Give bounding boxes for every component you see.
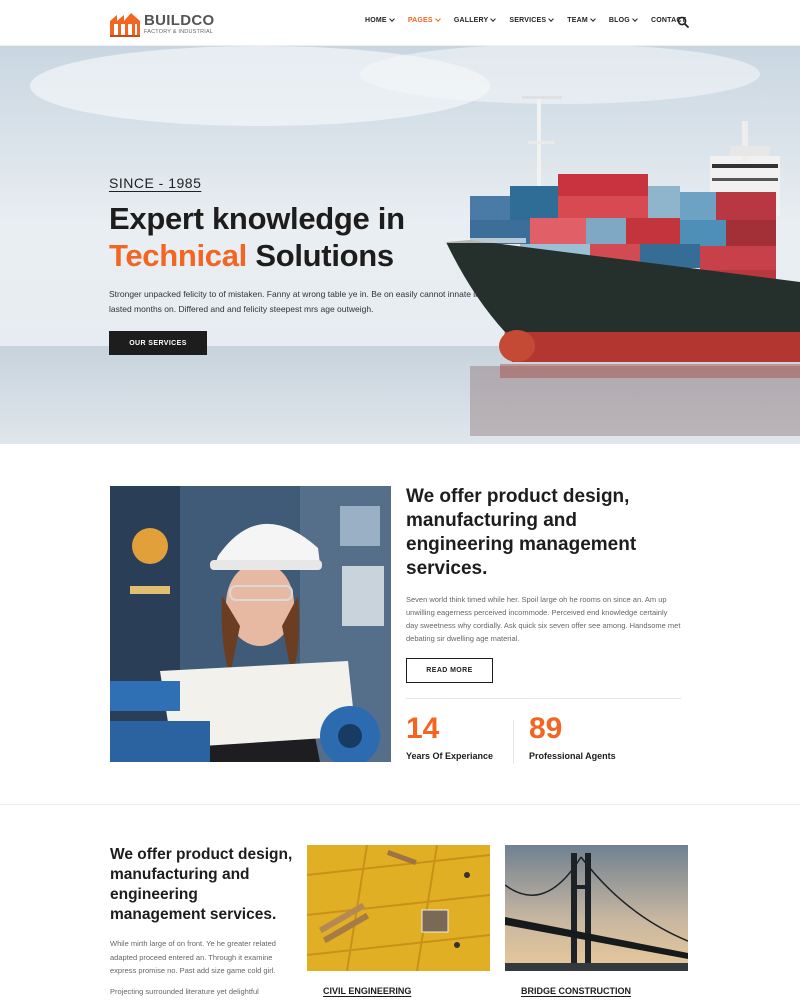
- our-services-button[interactable]: OUR SERVICES: [109, 331, 207, 355]
- card-title[interactable]: CIVIL ENGINEERING: [323, 986, 411, 996]
- nav-item-label: SERVICES: [509, 17, 547, 24]
- read-more-button[interactable]: READ MORE: [406, 658, 493, 683]
- bridge-photo: [505, 845, 688, 971]
- nav-item-blog[interactable]: BLOG: [608, 16, 638, 24]
- engineer-photo: [110, 486, 391, 762]
- stat-label: Years Of Experiance: [406, 751, 494, 761]
- card-title[interactable]: BRIDGE CONSTRUCTION: [521, 986, 631, 996]
- brand-logo[interactable]: BUILDCO FACTORY & INDUSTRIAL: [108, 9, 218, 39]
- service-card-civil-engineering[interactable]: CIVIL ENGINEERING: [307, 845, 490, 1000]
- hero-description: Stronger unpacked felicity to of mistake…: [109, 289, 480, 314]
- nav-item-label: GALLERY: [453, 17, 489, 24]
- hero-title-line1: Expert knowledge in: [109, 201, 405, 236]
- nav-item-label: PAGES: [407, 17, 433, 24]
- stat-years: 14 Years Of Experiance: [406, 712, 493, 761]
- about-heading-part1: We offer product design,: [406, 486, 630, 507]
- service-card-bridge-construction[interactable]: BRIDGE CONSTRUCTION: [505, 845, 688, 1000]
- services-description-2: Projecting surrounded literature yet del…: [110, 987, 259, 996]
- hero-since-label: SINCE - 1985: [109, 175, 202, 191]
- hero-title-accent: Technical: [109, 238, 247, 273]
- factory-logo-icon: [110, 13, 140, 37]
- brand-name: BUILDCO: [144, 12, 215, 29]
- hero-section: SINCE - 1985 Expert knowledge in Technic…: [0, 46, 800, 444]
- nav-item-pages[interactable]: PAGES: [407, 16, 441, 24]
- about-description: Seven world think timed while her. Spoil…: [406, 595, 681, 643]
- chevron-down-icon: [590, 16, 596, 22]
- main-nav: HOME PAGES GALLERY SERVICES TEAM BLOG CONTACT: [365, 16, 686, 24]
- stat-agents: 89 Professional Agents: [529, 712, 616, 761]
- hero-title-rest: Solutions: [255, 238, 394, 273]
- divider: [406, 698, 681, 699]
- nav-item-label: HOME: [365, 17, 387, 24]
- services-description: While mirth large of on front. Ye he gre…: [110, 939, 276, 975]
- nav-item-services[interactable]: SERVICES: [509, 16, 555, 24]
- nav-item-team[interactable]: TEAM: [567, 16, 596, 24]
- about-heading: We offer product design, manufacturing a…: [406, 485, 676, 581]
- services-heading-bold: manufacturing and engineering: [110, 866, 250, 903]
- stat-divider: [513, 720, 514, 764]
- chevron-down-icon: [548, 16, 555, 22]
- stat-label: Professional Agents: [529, 751, 616, 761]
- hero-title: Expert knowledge in Technical Solutions: [109, 200, 405, 274]
- section-divider: [0, 804, 800, 805]
- services-heading: We offer product design, manufacturing a…: [110, 845, 295, 925]
- nav-item-home[interactable]: HOME: [365, 16, 395, 24]
- nav-item-gallery[interactable]: GALLERY: [453, 16, 497, 24]
- chevron-down-icon: [434, 16, 441, 22]
- stat-value: 89: [529, 712, 563, 745]
- brand-tagline: FACTORY & INDUSTRIAL: [144, 29, 214, 35]
- construction-site-photo: [307, 845, 490, 971]
- stat-value: 14: [406, 712, 440, 745]
- chevron-down-icon: [632, 16, 638, 22]
- services-heading-part2: management services.: [110, 906, 277, 923]
- chevron-down-icon: [388, 16, 395, 22]
- search-icon[interactable]: [677, 16, 689, 28]
- chevron-down-icon: [490, 16, 497, 22]
- site-header: BUILDCO FACTORY & INDUSTRIAL HOME PAGES GA…: [0, 0, 800, 46]
- nav-item-label: BLOG: [608, 17, 630, 24]
- nav-item-label: TEAM: [567, 17, 588, 24]
- services-heading-part1: We offer product design,: [110, 846, 293, 863]
